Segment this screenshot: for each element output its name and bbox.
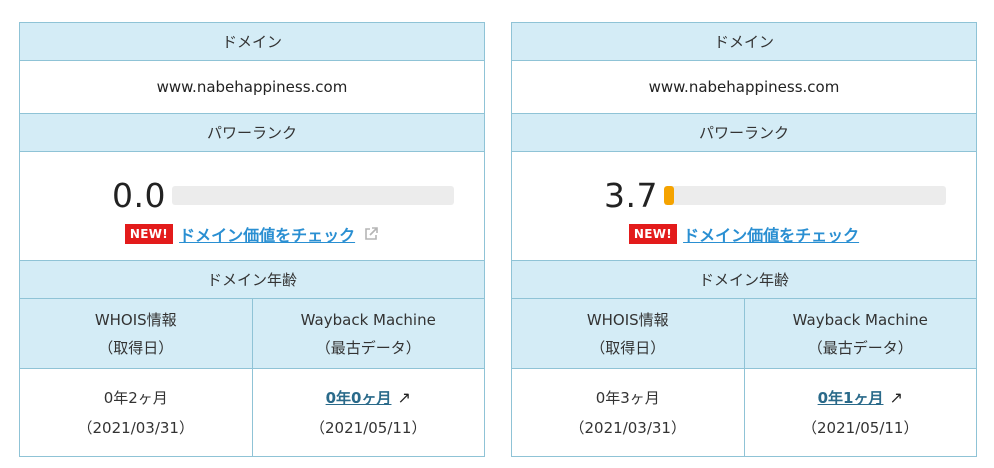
power-rank-header: パワーランク — [20, 114, 484, 152]
age-values-row: 0年3ヶ月 （2021/03/31） 0年1ヶ月 ↗ （2021/05/11） — [512, 369, 976, 456]
whois-label: WHOIS情報 — [586, 310, 669, 329]
new-badge: NEW! — [628, 224, 678, 244]
domain-header: ドメイン — [20, 23, 484, 61]
power-rank-bar-fill — [664, 186, 675, 205]
whois-value-cell: 0年3ヶ月 （2021/03/31） — [512, 369, 744, 456]
power-rank-line: 0.0 — [112, 176, 454, 215]
wayback-age-link[interactable]: 0年0ヶ月 — [326, 389, 392, 407]
external-link-icon[interactable] — [363, 226, 379, 242]
domain-name: www.nabehappiness.com — [512, 61, 976, 114]
wayback-label: Wayback Machine — [300, 310, 436, 329]
whois-header-cell: WHOIS情報 （取得日） — [20, 299, 252, 368]
wayback-sublabel: （最古データ） — [315, 338, 421, 357]
power-rank-value: 3.7 — [604, 176, 658, 215]
domain-value-check-link[interactable]: ドメイン価値をチェック — [683, 222, 859, 246]
power-rank-body: 3.7 NEW! ドメイン価値をチェック — [512, 152, 976, 261]
age-values-row: 0年2ヶ月 （2021/03/31） 0年0ヶ月 ↗ （2021/05/11） — [20, 369, 484, 456]
domain-header: ドメイン — [512, 23, 976, 61]
domain-age-header: ドメイン年齢 — [20, 261, 484, 299]
new-badge: NEW! — [124, 224, 174, 244]
domain-value-check-line: NEW! ドメイン価値をチェック — [512, 222, 976, 246]
power-rank-bar — [664, 186, 946, 205]
power-rank-body: 0.0 NEW! ドメイン価値をチェック — [20, 152, 484, 261]
power-rank-line: 3.7 — [604, 176, 946, 215]
wayback-value-cell: 0年1ヶ月 ↗ （2021/05/11） — [743, 369, 977, 456]
whois-sublabel: （取得日） — [98, 338, 174, 357]
domain-value-check-line: NEW! ドメイン価値をチェック — [20, 222, 484, 246]
arrow-up-right-icon[interactable]: ↗ — [889, 388, 902, 407]
wayback-value-cell: 0年0ヶ月 ↗ （2021/05/11） — [251, 369, 485, 456]
whois-label: WHOIS情報 — [94, 310, 177, 329]
wayback-age-line: 0年1ヶ月 ↗ — [818, 383, 903, 413]
wayback-header-cell: Wayback Machine （最古データ） — [251, 299, 485, 368]
domain-age-header: ドメイン年齢 — [512, 261, 976, 299]
wayback-sublabel: （最古データ） — [807, 338, 913, 357]
whois-header-cell: WHOIS情報 （取得日） — [512, 299, 744, 368]
wayback-label: Wayback Machine — [792, 310, 928, 329]
whois-date: （2021/03/31） — [569, 418, 686, 437]
wayback-header-cell: Wayback Machine （最古データ） — [743, 299, 977, 368]
wayback-age-link[interactable]: 0年1ヶ月 — [818, 389, 884, 407]
whois-age: 0年2ヶ月 — [103, 388, 168, 407]
age-subheader-row: WHOIS情報 （取得日） Wayback Machine （最古データ） — [512, 299, 976, 369]
wayback-date: （2021/05/11） — [310, 418, 427, 437]
whois-value-cell: 0年2ヶ月 （2021/03/31） — [20, 369, 252, 456]
age-subheader-row: WHOIS情報 （取得日） Wayback Machine （最古データ） — [20, 299, 484, 369]
power-rank-header: パワーランク — [512, 114, 976, 152]
power-rank-bar — [172, 186, 454, 205]
whois-age: 0年3ヶ月 — [595, 388, 660, 407]
wayback-date: （2021/05/11） — [802, 418, 919, 437]
domain-info-panel-right: ドメイン www.nabehappiness.com パワーランク 3.7 NE… — [511, 22, 977, 457]
domain-value-check-link[interactable]: ドメイン価値をチェック — [179, 222, 355, 246]
power-rank-value: 0.0 — [112, 176, 166, 215]
wayback-age-line: 0年0ヶ月 ↗ — [326, 383, 411, 413]
whois-date: （2021/03/31） — [77, 418, 194, 437]
domain-name: www.nabehappiness.com — [20, 61, 484, 114]
domain-info-panel-left: ドメイン www.nabehappiness.com パワーランク 0.0 NE… — [19, 22, 485, 457]
arrow-up-right-icon[interactable]: ↗ — [397, 388, 410, 407]
whois-sublabel: （取得日） — [590, 338, 666, 357]
